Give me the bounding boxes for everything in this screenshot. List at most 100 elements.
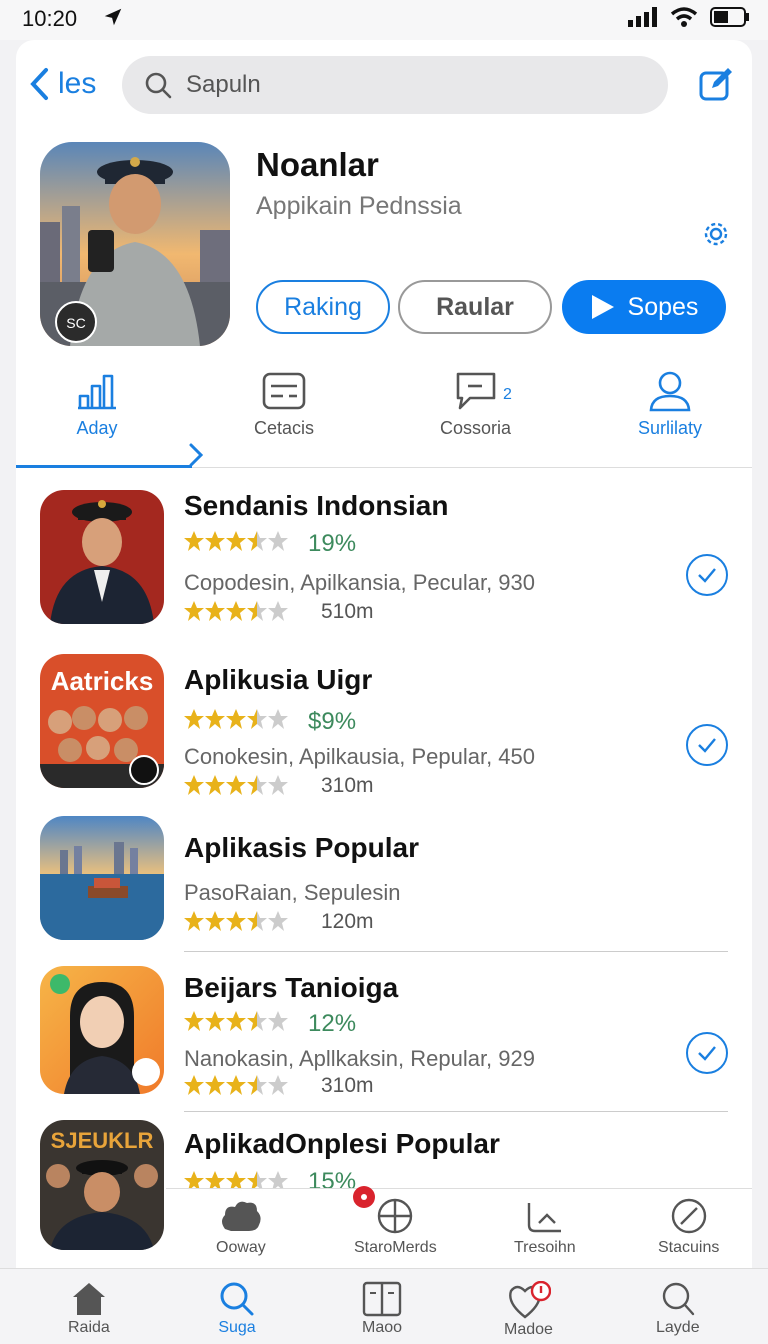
installed-check-button[interactable] [686,554,728,596]
search-input[interactable] [186,71,626,99]
bar-chart-icon [78,374,116,410]
tab-cossoria[interactable]: Cossoria [440,370,511,468]
list-item[interactable]: Sendanis Indonsian 19% Copodesin, Apilka… [16,490,752,640]
item-size: 310m [321,774,374,797]
rating-stars [184,1010,290,1032]
bottom-tab-bar: Raida Suga Maoo Madoe Layde [0,1268,768,1344]
home-icon [72,1283,105,1315]
item-icon-woman [40,966,164,1094]
regular-button[interactable]: Raular [398,280,552,334]
list-item[interactable]: Aplikasis Popular PasoRaian, Sepulesin 1… [16,816,752,956]
wifi-icon [670,7,698,27]
item-desc: PasoRaian, Sepulesin [184,880,401,905]
search-bar[interactable] [122,56,668,114]
list-item[interactable]: Beijars Tanioiga 12% Nanokasin, Apllkaks… [16,966,752,1116]
chevron-left-icon [30,68,48,100]
item-icon-waterfront [40,816,164,940]
item-title: Aplikasis Popular [184,832,419,863]
status-bar: 10:20 [0,0,768,40]
checkmark-icon [698,738,716,753]
bottom-label: Suga [218,1319,256,1336]
rating-stars [184,530,290,552]
rating-stars [184,708,290,730]
item-size: 510m [321,600,374,623]
user-icon [649,371,691,412]
icon-text: SJEUKLR [51,1128,154,1153]
item-rating: 12% [308,1010,357,1037]
rating-stars [184,774,290,796]
tab-aday[interactable]: Aday [76,370,118,468]
checkmark-icon [698,568,716,583]
bottom-tab-raida[interactable]: Raida [68,1281,110,1337]
sec-label: Ooway [216,1239,266,1256]
signal-icon [628,7,657,27]
sec-label: StaroMerds [354,1239,437,1256]
item-title: Sendanis Indonsian [184,490,449,521]
item-desc: Nanokasin, Apllkaksin, Repular, 929 [184,1046,535,1071]
installed-check-button[interactable] [686,724,728,766]
battery-icon [710,7,749,27]
checkmark-icon [698,1046,716,1061]
status-time: 10:20 [22,6,78,31]
cloud-icon [221,1201,261,1231]
divider [184,951,728,952]
compass-icon [671,1198,706,1234]
settings-button[interactable] [702,220,730,253]
item-title: Beijars Tanioiga [184,972,399,1003]
tab-badge: 2 [503,386,512,403]
sec-label: Stacuins [658,1239,720,1256]
item-title: AplikadOnplesi Popular [184,1128,500,1159]
bottom-tab-maoo[interactable]: Maoo [362,1281,402,1337]
item-desc: Conokesin, Apilkausia, Pepular, 450 [184,744,536,769]
installed-check-button[interactable] [686,1032,728,1074]
bottom-tab-layde[interactable]: Layde [656,1281,700,1337]
app-subtitle: Appikain Pednssia [256,192,462,220]
bottom-label: Layde [656,1319,700,1336]
tab-label: Cossoria [440,418,512,438]
tab-label: Surlilaty [638,418,703,438]
tab-surlilaty[interactable]: Surlilaty [638,370,702,468]
tab-bar: Aday Cetacis Cossoria 2 Surlilaty [16,370,752,468]
divider [184,1111,728,1112]
tab-active-indicator [16,465,192,468]
notification-dot-icon [353,1186,375,1208]
app-icon-badge: SC [66,315,85,331]
ranking-button[interactable]: Raking [256,280,390,334]
item-desc: Copodesin, Apilkansia, Pecular, 930 [184,570,536,595]
icon-text: Aatricks [51,666,154,696]
search-outline-icon [662,1282,694,1316]
list-card-icon [262,372,306,410]
bottom-tab-suga[interactable]: Suga [218,1281,256,1337]
search-icon [220,1282,254,1316]
rating-stars [184,910,290,932]
sec-tab-tresoihn[interactable]: Tresoihn [514,1197,576,1257]
back-label: les [58,67,97,100]
tab-label: Aday [76,418,118,438]
bottom-label: Raida [68,1319,110,1336]
chat-bubble-icon [456,372,495,410]
tab-cetacis[interactable]: Cetacis [254,370,314,468]
compose-icon [699,68,732,101]
edit-button[interactable] [698,66,734,107]
sec-tab-ooway[interactable]: Ooway [216,1197,266,1257]
heart-alert-icon [509,1281,552,1319]
book-icon [362,1281,402,1317]
item-size: 120m [321,910,374,933]
list-item[interactable]: Aatricks Aplikusia Uigr $9% Conokesin, A… [16,654,752,804]
back-button[interactable]: les [28,64,96,104]
crosshair-icon [378,1198,413,1234]
play-label: Sopes [627,292,699,321]
gear-icon [704,222,728,246]
location-arrow-icon [104,8,122,26]
item-size: 310m [321,1074,374,1097]
bottom-tab-madoe[interactable]: Madoe [504,1281,553,1339]
play-icon [591,295,614,319]
search-icon [145,72,172,99]
item-rating: 19% [308,530,357,557]
item-icon-officer [40,490,164,624]
secondary-tab-bar: Ooway StaroMerds Tresoihn Stacuins [166,1186,752,1272]
rating-stars [184,600,290,622]
play-button[interactable]: Sopes [562,280,726,334]
checkmark-icon [527,1203,561,1233]
sec-tab-stacuins[interactable]: Stacuins [658,1197,719,1257]
